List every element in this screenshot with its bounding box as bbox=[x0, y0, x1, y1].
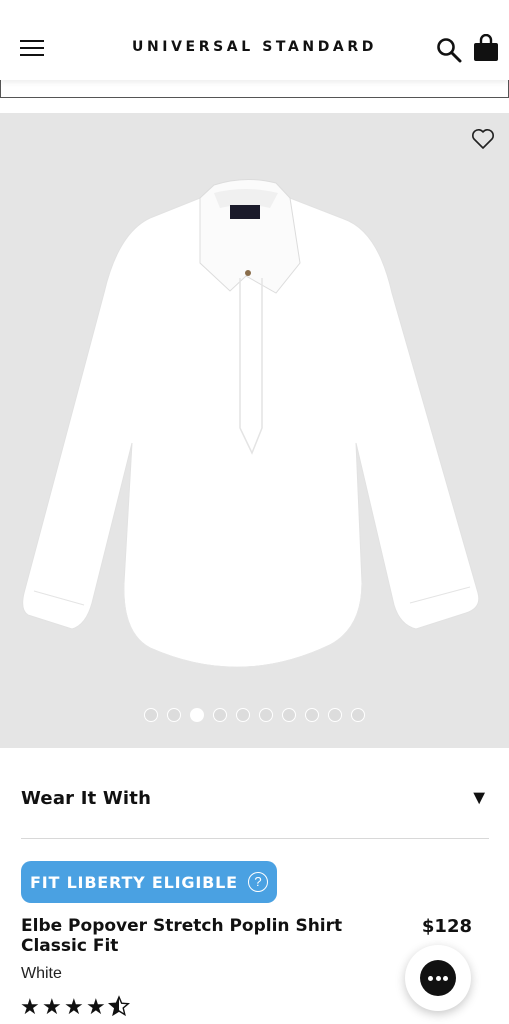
star-half-icon bbox=[107, 995, 131, 1017]
gallery-dot[interactable] bbox=[305, 708, 319, 722]
site-header: UNIVERSAL STANDARD bbox=[0, 0, 509, 80]
wear-it-with-toggle[interactable]: Wear It With ▼ bbox=[21, 772, 489, 824]
heart-icon[interactable] bbox=[471, 128, 495, 150]
chat-bubble-icon bbox=[420, 960, 456, 996]
star-full-icon: ★ bbox=[20, 994, 40, 1019]
rating-stars[interactable]: ★ ★ ★ ★ bbox=[20, 994, 131, 1020]
product-title: Elbe Popover Stretch Poplin Shirt Classi… bbox=[21, 916, 343, 956]
search-icon[interactable] bbox=[436, 37, 462, 63]
gallery-dot[interactable] bbox=[213, 708, 227, 722]
star-full-icon: ★ bbox=[86, 994, 106, 1019]
gallery-dot[interactable] bbox=[328, 708, 342, 722]
wear-it-with-label: Wear It With bbox=[21, 787, 152, 809]
gallery-dot-active[interactable] bbox=[190, 708, 204, 722]
brand-logo[interactable]: UNIVERSAL STANDARD bbox=[0, 39, 509, 55]
help-icon[interactable]: ? bbox=[248, 872, 268, 892]
gallery-dot[interactable] bbox=[167, 708, 181, 722]
gallery-dot[interactable] bbox=[259, 708, 273, 722]
shopping-bag-icon[interactable] bbox=[473, 34, 499, 62]
star-full-icon: ★ bbox=[42, 994, 62, 1019]
product-price: $128 bbox=[421, 916, 472, 937]
gallery-dot[interactable] bbox=[351, 708, 365, 722]
product-color: White bbox=[21, 965, 62, 982]
header-sub-bar bbox=[0, 80, 509, 98]
fit-liberty-badge[interactable]: FIT LIBERTY ELIGIBLE ? bbox=[21, 861, 277, 903]
chevron-down-icon[interactable]: ▼ bbox=[469, 787, 489, 810]
chat-button[interactable] bbox=[405, 945, 471, 1011]
gallery-dot[interactable] bbox=[144, 708, 158, 722]
star-full-icon: ★ bbox=[64, 994, 84, 1019]
gallery-dot[interactable] bbox=[236, 708, 250, 722]
product-image[interactable] bbox=[0, 113, 509, 748]
badge-label: FIT LIBERTY ELIGIBLE bbox=[30, 872, 238, 892]
gallery-dot[interactable] bbox=[282, 708, 296, 722]
gallery-pagination bbox=[0, 708, 509, 722]
product-gallery[interactable] bbox=[0, 113, 509, 748]
divider bbox=[21, 838, 489, 839]
